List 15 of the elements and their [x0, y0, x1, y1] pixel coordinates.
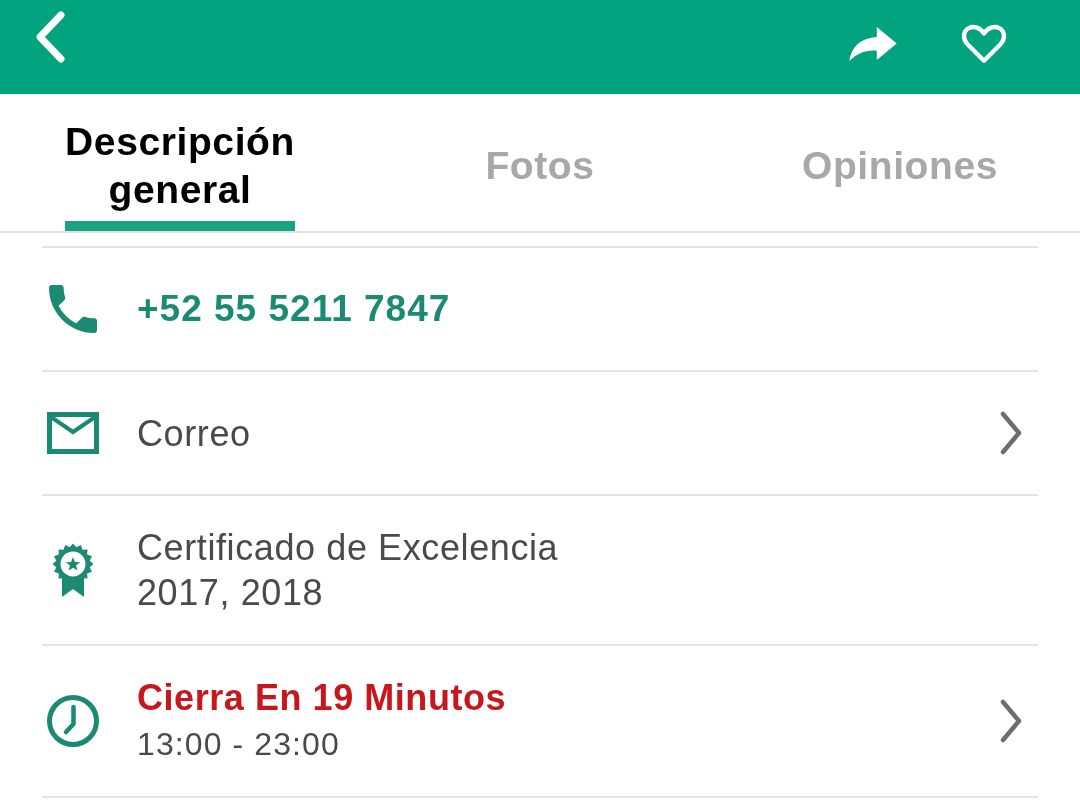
- closing-status: Cierra En 19 Minutos: [137, 676, 507, 720]
- clock-icon: [47, 695, 99, 747]
- opening-hours: 13:00 - 23:00: [137, 725, 340, 764]
- award-ribbon-icon: [52, 543, 94, 597]
- tab[interactable]: Fotos: [360, 94, 720, 231]
- phone-link[interactable]: +52 55 5211 7847: [137, 287, 451, 331]
- share-icon[interactable]: [848, 26, 898, 62]
- award-title: Certificado de Excelencia: [137, 526, 559, 570]
- email-link[interactable]: Correo: [137, 410, 251, 456]
- envelope-icon: [47, 412, 99, 454]
- award-years: 2017, 2018: [137, 571, 324, 615]
- tab[interactable]: Opiniones: [720, 94, 1080, 231]
- back-icon[interactable]: [33, 10, 67, 64]
- tab[interactable]: Descripción general: [0, 94, 360, 231]
- phone-icon: [49, 285, 97, 333]
